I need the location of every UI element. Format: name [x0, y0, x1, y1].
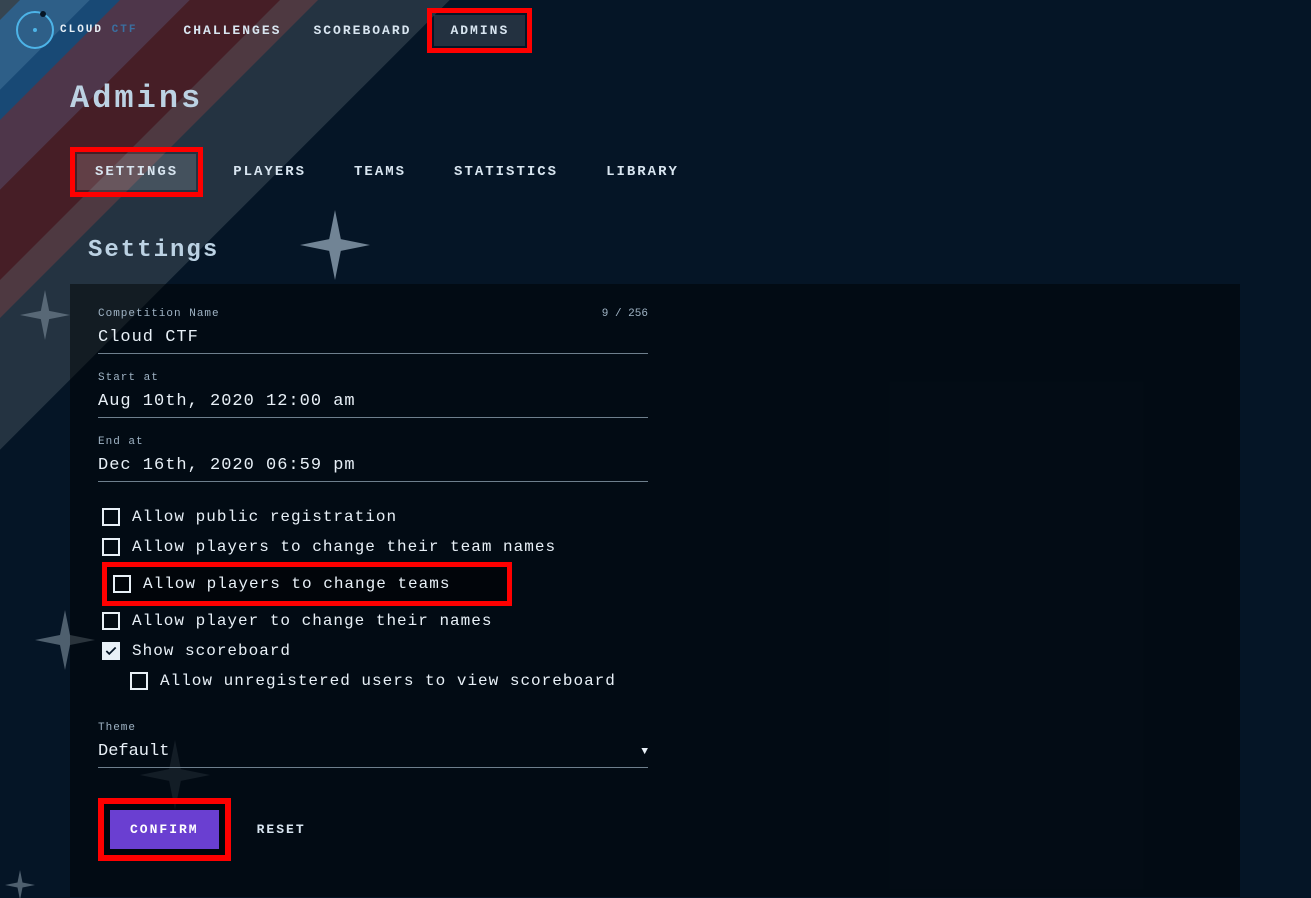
- nav-admins[interactable]: ADMINS: [434, 15, 525, 46]
- chevron-down-icon: ▼: [641, 746, 648, 758]
- field-theme: Theme Default ▼: [98, 722, 648, 768]
- checkbox-label: Show scoreboard: [132, 642, 291, 660]
- checkbox-change-teams[interactable]: [113, 575, 131, 593]
- field-label: Theme: [98, 722, 648, 734]
- end-at-input[interactable]: [98, 452, 648, 482]
- nav-scoreboard[interactable]: SCOREBOARD: [297, 15, 427, 46]
- tab-teams[interactable]: TEAMS: [336, 154, 424, 190]
- row-unregistered-scoreboard: Allow unregistered users to view scorebo…: [130, 666, 1212, 696]
- tab-library[interactable]: LIBRARY: [588, 154, 697, 190]
- logo-icon: [16, 11, 54, 49]
- section-title: Settings: [88, 237, 1240, 264]
- checkbox-change-names[interactable]: [102, 612, 120, 630]
- checkbox-label: Allow unregistered users to view scorebo…: [160, 672, 616, 690]
- row-change-team-names: Allow players to change their team names: [102, 532, 1212, 562]
- admin-subnav: SETTINGS PLAYERS TEAMS STATISTICS LIBRAR…: [70, 147, 1240, 197]
- field-start-at: Start at: [98, 372, 648, 418]
- theme-select[interactable]: Default ▼: [98, 738, 648, 768]
- tab-settings[interactable]: SETTINGS: [77, 154, 196, 190]
- page-content: Admins SETTINGS PLAYERS TEAMS STATISTICS…: [0, 60, 1240, 898]
- checkbox-group: Allow public registration Allow players …: [102, 502, 1212, 696]
- field-label: End at: [98, 436, 648, 448]
- confirm-button[interactable]: CONFIRM: [110, 810, 219, 849]
- checkbox-label: Allow player to change their names: [132, 612, 492, 630]
- settings-panel: Competition Name 9 / 256 Start at End at…: [70, 284, 1240, 897]
- reset-button[interactable]: RESET: [249, 810, 314, 849]
- row-change-names: Allow player to change their names: [102, 606, 1212, 636]
- highlight-box: CONFIRM: [98, 798, 231, 861]
- nav-challenges[interactable]: CHALLENGES: [167, 15, 297, 46]
- highlight-box: ADMINS: [427, 8, 532, 53]
- checkbox-change-team-names[interactable]: [102, 538, 120, 556]
- logo-text: CLOUD CTF: [60, 24, 137, 36]
- checkbox-show-scoreboard[interactable]: [102, 642, 120, 660]
- action-row: CONFIRM RESET: [98, 798, 1212, 861]
- row-public-registration: Allow public registration: [102, 502, 1212, 532]
- field-label: Competition Name: [98, 308, 648, 320]
- field-competition-name: Competition Name 9 / 256: [98, 308, 648, 354]
- field-label: Start at: [98, 372, 648, 384]
- field-end-at: End at: [98, 436, 648, 482]
- checkbox-label: Allow public registration: [132, 508, 397, 526]
- checkbox-label: Allow players to change teams: [143, 575, 450, 593]
- logo[interactable]: CLOUD CTF: [16, 11, 137, 49]
- tab-statistics[interactable]: STATISTICS: [436, 154, 576, 190]
- char-counter: 9 / 256: [602, 308, 648, 320]
- tab-players[interactable]: PLAYERS: [215, 154, 324, 190]
- checkbox-unregistered-scoreboard[interactable]: [130, 672, 148, 690]
- highlight-box: SETTINGS: [70, 147, 203, 197]
- top-nav: CLOUD CTF CHALLENGES SCOREBOARD ADMINS: [0, 0, 1311, 60]
- competition-name-input[interactable]: [98, 324, 648, 354]
- checkbox-label: Allow players to change their team names: [132, 538, 556, 556]
- start-at-input[interactable]: [98, 388, 648, 418]
- row-show-scoreboard: Show scoreboard: [102, 636, 1212, 666]
- select-value-text: Default: [98, 742, 169, 761]
- row-change-teams: Allow players to change teams: [113, 569, 501, 599]
- highlight-box: Allow players to change teams: [102, 562, 512, 606]
- page-title: Admins: [70, 80, 1240, 117]
- checkbox-public-registration[interactable]: [102, 508, 120, 526]
